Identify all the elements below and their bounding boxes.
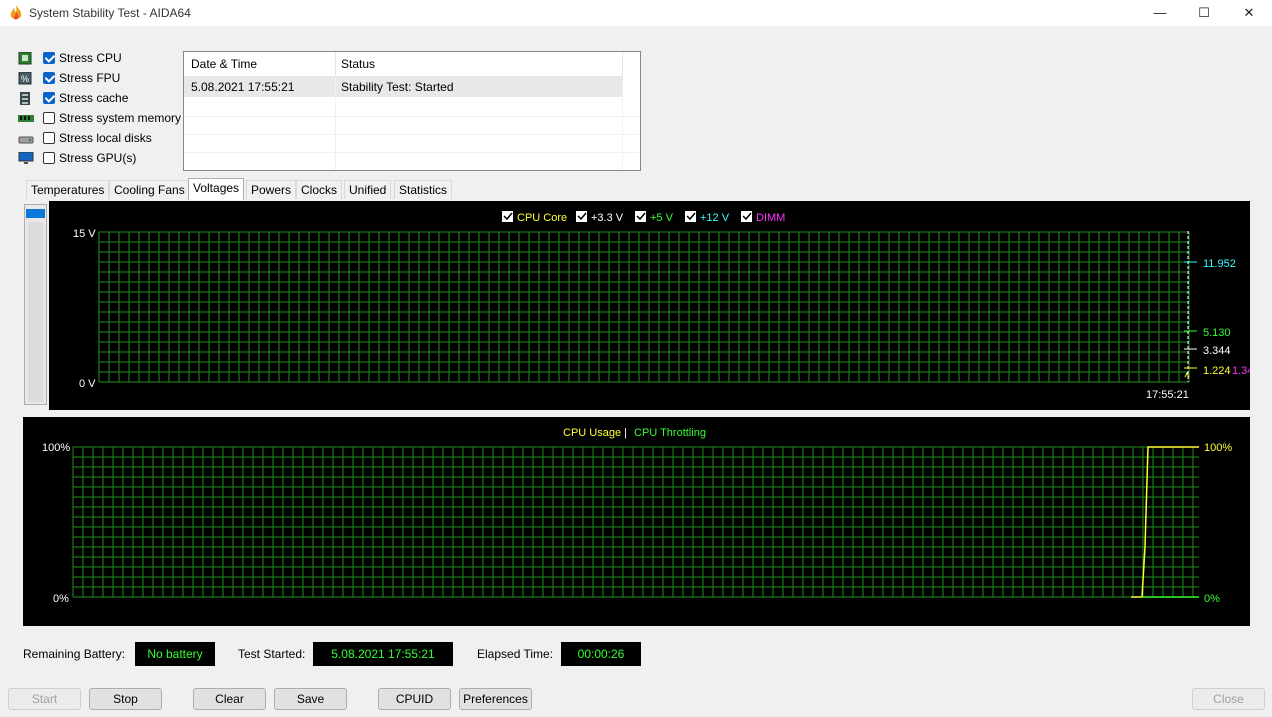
fpu-icon: % — [18, 72, 32, 85]
legend-separator: | — [624, 427, 627, 439]
legend-cpu-throttling: CPU Throttling — [634, 427, 706, 439]
close-window-button[interactable]: ✕ — [1226, 0, 1272, 26]
tab-unified[interactable]: Unified — [344, 180, 392, 199]
maximize-icon: ☐ — [1198, 5, 1210, 20]
graph-scroll-well — [28, 222, 43, 402]
cpu-icon — [18, 52, 32, 65]
save-button[interactable]: Save — [274, 688, 347, 710]
memory-icon — [18, 115, 34, 122]
y-axis-min-label: 0 V — [79, 378, 96, 390]
close-button[interactable]: Close — [1192, 688, 1265, 710]
tab-label: Temperatures — [31, 183, 105, 197]
preferences-button[interactable]: Preferences — [459, 688, 532, 710]
row-divider — [184, 134, 639, 135]
minimize-icon: — — [1153, 5, 1167, 20]
legend-label: +12 V — [700, 212, 730, 224]
legend-cpu-core[interactable]: CPU Core — [502, 211, 567, 224]
column-header-date-time[interactable]: Date & Time — [184, 52, 336, 77]
column-divider — [335, 77, 336, 170]
voltage-graph: CPU Core +3.3 V +5 V +12 V DIMM 15 V 0 V… — [49, 201, 1250, 410]
cache-icon — [20, 92, 30, 105]
legend-cpu-usage: CPU Usage — [563, 427, 621, 439]
legend-12v[interactable]: +12 V — [685, 211, 730, 224]
tab-clocks[interactable]: Clocks — [296, 180, 343, 199]
legend-dimm[interactable]: DIMM — [741, 211, 785, 224]
battery-value: No battery — [135, 642, 215, 666]
row-divider — [184, 116, 639, 117]
test-started-label: Test Started: — [238, 647, 306, 661]
minimize-button[interactable]: — — [1137, 0, 1183, 26]
readout-cpu-core: 1.224 — [1203, 365, 1231, 377]
legend-5v[interactable]: +5 V — [635, 211, 674, 224]
monitor-icon — [18, 152, 34, 164]
y-axis-min-label-left: 0% — [53, 593, 69, 605]
stress-memory-label: Stress system memory — [59, 111, 182, 125]
tab-voltages[interactable]: Voltages — [188, 178, 245, 200]
stress-fpu-checkbox[interactable] — [43, 72, 55, 84]
y-axis-min-label-right: 0% — [1204, 593, 1220, 605]
voltage-legend: CPU Core +3.3 V +5 V +12 V DIMM — [502, 211, 785, 224]
cpu-usage-graph: CPU Usage | CPU Throttling 100% 0% 100% … — [23, 417, 1250, 626]
stress-cpu-label: Stress CPU — [59, 51, 122, 65]
column-header-label: Status — [341, 57, 376, 71]
time-label: 17:55:21 — [1146, 389, 1189, 401]
stress-gpu-checkbox[interactable] — [43, 152, 55, 164]
maximize-button[interactable]: ☐ — [1181, 0, 1227, 26]
column-divider — [622, 77, 623, 170]
legend-label: DIMM — [756, 212, 785, 224]
tab-powers[interactable]: Powers — [246, 180, 297, 199]
close-icon: ✕ — [1243, 5, 1255, 20]
elapsed-time-value: 00:00:26 — [561, 642, 641, 666]
y-axis-max-label-right: 100% — [1204, 442, 1232, 454]
readout-3v3: 3.344 — [1203, 345, 1231, 357]
svg-text:%: % — [21, 74, 29, 84]
cpuid-button[interactable]: CPUID — [378, 688, 451, 710]
column-header-status[interactable]: Status — [336, 52, 623, 77]
stress-disks-checkbox[interactable] — [43, 132, 55, 144]
legend-label: CPU Core — [517, 212, 567, 224]
y-axis-max-label-left: 100% — [42, 442, 70, 454]
tab-label: Unified — [349, 183, 387, 197]
tab-temperatures[interactable]: Temperatures — [26, 180, 110, 199]
readout-5v: 5.130 — [1203, 327, 1231, 339]
column-header-label: Date & Time — [191, 57, 258, 71]
stop-button[interactable]: Stop — [89, 688, 162, 710]
elapsed-time-label: Elapsed Time: — [477, 647, 554, 661]
stress-fpu-label: Stress FPU — [59, 71, 121, 85]
clear-button[interactable]: Clear — [193, 688, 266, 710]
event-log-table[interactable]: Date & Time Status 5.08.2021 17:55:21 St… — [183, 51, 641, 171]
stress-cache-checkbox[interactable] — [43, 92, 55, 104]
flame-icon — [10, 5, 22, 20]
tab-label: Voltages — [193, 181, 240, 195]
tab-label: Clocks — [301, 183, 338, 197]
stress-cache-label: Stress cache — [59, 91, 129, 105]
y-axis-max-label: 15 V — [73, 228, 96, 240]
row-status: Stability Test: Started — [341, 80, 454, 94]
readout-dimm: 1.34 — [1232, 365, 1250, 377]
window-title: System Stability Test - AIDA64 — [29, 6, 191, 20]
row-divider — [184, 152, 639, 153]
stress-disks-label: Stress local disks — [59, 131, 152, 145]
battery-label: Remaining Battery: — [23, 647, 126, 661]
stress-memory-checkbox[interactable] — [43, 112, 55, 124]
tab-statistics[interactable]: Statistics — [394, 180, 453, 199]
tab-cooling-fans[interactable]: Cooling Fans — [109, 180, 190, 199]
legend-label: +3.3 V — [591, 212, 624, 224]
tab-label: Powers — [251, 183, 292, 197]
stress-cpu-checkbox[interactable] — [43, 52, 55, 64]
legend-3v3[interactable]: +3.3 V — [576, 211, 624, 224]
stress-gpu-label: Stress GPU(s) — [59, 151, 137, 165]
row-date-time: 5.08.2021 17:55:21 — [191, 80, 295, 94]
readout-12v: 11.952 — [1203, 258, 1236, 270]
tab-label: Statistics — [399, 183, 448, 197]
legend-label: +5 V — [650, 212, 674, 224]
disk-icon — [18, 136, 34, 144]
cpu-usage-line — [1131, 446, 1199, 598]
test-started-value: 5.08.2021 17:55:21 — [313, 642, 453, 666]
tab-label: Cooling Fans — [114, 183, 185, 197]
start-button[interactable]: Start — [8, 688, 81, 710]
graph-scroll-thumb[interactable] — [26, 209, 45, 218]
